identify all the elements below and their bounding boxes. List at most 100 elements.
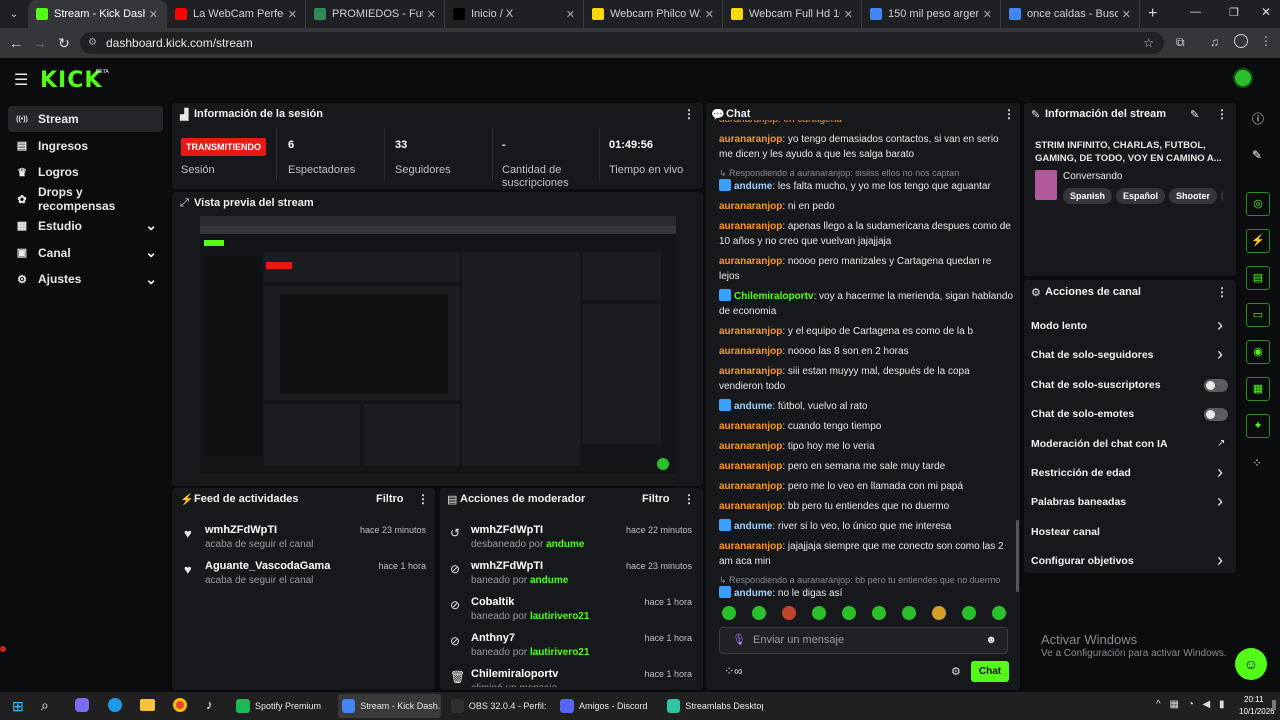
emote-icon[interactable]: [932, 606, 946, 620]
channel-action-item[interactable]: Modo lento: [1031, 320, 1087, 332]
channel-action-item[interactable]: Moderación del chat con IA: [1031, 438, 1168, 450]
emote-icon[interactable]: [722, 606, 736, 620]
external-link-icon[interactable]: ↗: [1217, 438, 1225, 449]
forward-icon[interactable]: →: [28, 35, 52, 51]
channel-action-item[interactable]: Chat de solo-suscriptores: [1031, 379, 1161, 391]
chat-username[interactable]: auranaranjop: [719, 461, 782, 472]
chat-username[interactable]: andume: [734, 181, 772, 192]
session-menu-icon[interactable]: ⋮: [683, 107, 695, 121]
taskbar-app[interactable]: Amigos - Discord: [556, 694, 656, 718]
channel-action-item[interactable]: Configurar objetivos: [1031, 555, 1134, 567]
chat-scrollbar[interactable]: [1016, 520, 1019, 592]
chat-messages[interactable]: auranaranjop: en cartagena auranaranjop: …: [708, 120, 1014, 600]
chat-username[interactable]: auranaranjop: [719, 326, 782, 337]
emote-icon[interactable]: [842, 606, 856, 620]
mod-name[interactable]: andume: [546, 539, 584, 550]
tab-close-icon[interactable]: ✕: [566, 8, 575, 21]
stream-tag[interactable]: Spanish: [1063, 188, 1113, 204]
reload-icon[interactable]: ↻: [52, 35, 76, 52]
sidebar-item-drops[interactable]: ✿ Drops y recompensas: [8, 185, 163, 213]
tab-search-icon[interactable]: ⌄: [0, 9, 28, 20]
sidebar-item-estudio[interactable]: ▦ Estudio ⌄: [8, 213, 163, 239]
channel-action-item[interactable]: Chat de solo-seguidores: [1031, 349, 1154, 361]
mic-icon[interactable]: 🎙: [732, 628, 746, 653]
edit-stream-icon[interactable]: ✎: [1190, 108, 1199, 121]
edge-icon[interactable]: [108, 698, 122, 712]
taskbar-search-icon[interactable]: ⌕: [41, 697, 49, 714]
start-icon[interactable]: ⊞: [12, 698, 24, 715]
category-name[interactable]: Conversando: [1063, 171, 1122, 182]
edit-rail-icon[interactable]: ✎: [1252, 148, 1262, 162]
mod-target-user[interactable]: Anthny7: [471, 632, 589, 644]
tiktok-icon[interactable]: ♪: [206, 697, 213, 712]
chat-username[interactable]: auranaranjop: [719, 541, 782, 552]
tab-close-icon[interactable]: ✕: [427, 8, 436, 21]
tab-close-icon[interactable]: ✕: [1122, 8, 1131, 21]
chat-username[interactable]: auranaranjop: [719, 256, 782, 267]
chevron-right-icon[interactable]: ›: [1217, 462, 1223, 483]
notes-icon[interactable]: ▤: [1246, 266, 1270, 290]
chat-username[interactable]: auranaranjop: [719, 134, 782, 145]
profile-icon[interactable]: [1234, 34, 1248, 48]
restore-icon[interactable]: ❐: [1229, 6, 1239, 19]
stream-tag[interactable]: chill: [1221, 188, 1223, 204]
chat-username[interactable]: andume: [734, 588, 772, 599]
stream-tag[interactable]: Español: [1116, 188, 1166, 204]
browser-tab[interactable]: PROMIEDOS - Futbol Arg ✕: [306, 0, 445, 28]
send-chat-button[interactable]: Chat: [971, 661, 1009, 682]
copilot-icon[interactable]: [75, 698, 89, 712]
chat-username[interactable]: auranaranjop: [719, 441, 782, 452]
minimize-icon[interactable]: —: [1190, 6, 1201, 18]
channel-action-toggle[interactable]: [1204, 408, 1228, 422]
browser-menu-icon[interactable]: ⋮: [1260, 34, 1272, 48]
chat-settings-icon[interactable]: ⚙: [951, 665, 961, 678]
tab-close-icon[interactable]: ✕: [844, 8, 853, 21]
taskbar-app[interactable]: Spotify Premium: [232, 694, 332, 718]
site-info-icon[interactable]: ⚙: [88, 32, 97, 54]
extensions-icon[interactable]: ⧉: [1176, 35, 1185, 50]
sidebar-item-logros[interactable]: ♛ Logros: [8, 159, 163, 185]
layout-icon[interactable]: ▦: [1246, 377, 1270, 401]
media-icon[interactable]: ♫: [1210, 35, 1219, 49]
browser-tab[interactable]: Webcam Philco W1152 F ✕: [584, 0, 723, 28]
browser-tab[interactable]: La WebCam Perfecta para ✕: [167, 0, 306, 28]
wrench-icon[interactable]: ✦: [1246, 414, 1270, 438]
emote-icon[interactable]: [902, 606, 916, 620]
emoji-icon[interactable]: ☻: [985, 628, 997, 653]
chat-rail-icon[interactable]: ▭: [1246, 303, 1270, 327]
stream-preview-video[interactable]: [200, 216, 676, 484]
chat-username[interactable]: auranaranjop: [719, 201, 782, 212]
clock-time[interactable]: 20:11: [1244, 695, 1263, 704]
sidebar-item-stream[interactable]: ((•)) Stream: [8, 106, 163, 132]
support-chat-button[interactable]: ☺: [1235, 648, 1267, 680]
channel-actions-menu-icon[interactable]: ⋮: [1216, 285, 1228, 299]
channel-action-item[interactable]: Palabras baneadas: [1031, 496, 1126, 508]
chevron-right-icon[interactable]: ›: [1217, 491, 1223, 512]
mod-name[interactable]: andume: [530, 575, 568, 586]
address-bar[interactable]: ⚙ dashboard.kick.com/stream ☆: [80, 32, 1164, 54]
back-icon[interactable]: ←: [4, 35, 28, 51]
tab-close-icon[interactable]: ✕: [705, 8, 714, 21]
chat-username[interactable]: auranaranjop: [719, 501, 782, 512]
close-window-icon[interactable]: ✕: [1261, 5, 1271, 19]
emote-icon[interactable]: [812, 606, 826, 620]
taskbar-app[interactable]: Streamlabs Desktop: [663, 694, 763, 718]
taskbar-app[interactable]: Stream - Kick Dash...: [338, 694, 441, 718]
browser-tab[interactable]: once caldas - Buscar con ✕: [1001, 0, 1140, 28]
hamburger-menu-icon[interactable]: ☰: [14, 70, 28, 90]
chevron-right-icon[interactable]: ›: [1217, 550, 1223, 571]
chat-username[interactable]: auranaranjop: [719, 366, 782, 377]
mod-filter-button[interactable]: Filtro: [642, 493, 670, 505]
channel-action-item[interactable]: Chat de solo-emotes: [1031, 408, 1134, 420]
chat-username[interactable]: auranaranjop: [719, 221, 782, 232]
channel-action-item[interactable]: Restricción de edad: [1031, 467, 1131, 479]
chat-username[interactable]: auranaranjop: [719, 481, 782, 492]
chat-username[interactable]: andume: [734, 521, 772, 532]
tray-icons[interactable]: ^ ▦ ◔ ◀ ▮: [1156, 699, 1228, 710]
emote-icon[interactable]: [872, 606, 886, 620]
tab-close-icon[interactable]: ✕: [288, 8, 297, 21]
feed-user[interactable]: Aguante_VascodaGama: [205, 560, 330, 572]
feed-filter-button[interactable]: Filtro: [376, 493, 404, 505]
tab-close-icon[interactable]: ✕: [983, 8, 992, 21]
feed-user[interactable]: wmhZFdWpTI: [205, 524, 313, 536]
